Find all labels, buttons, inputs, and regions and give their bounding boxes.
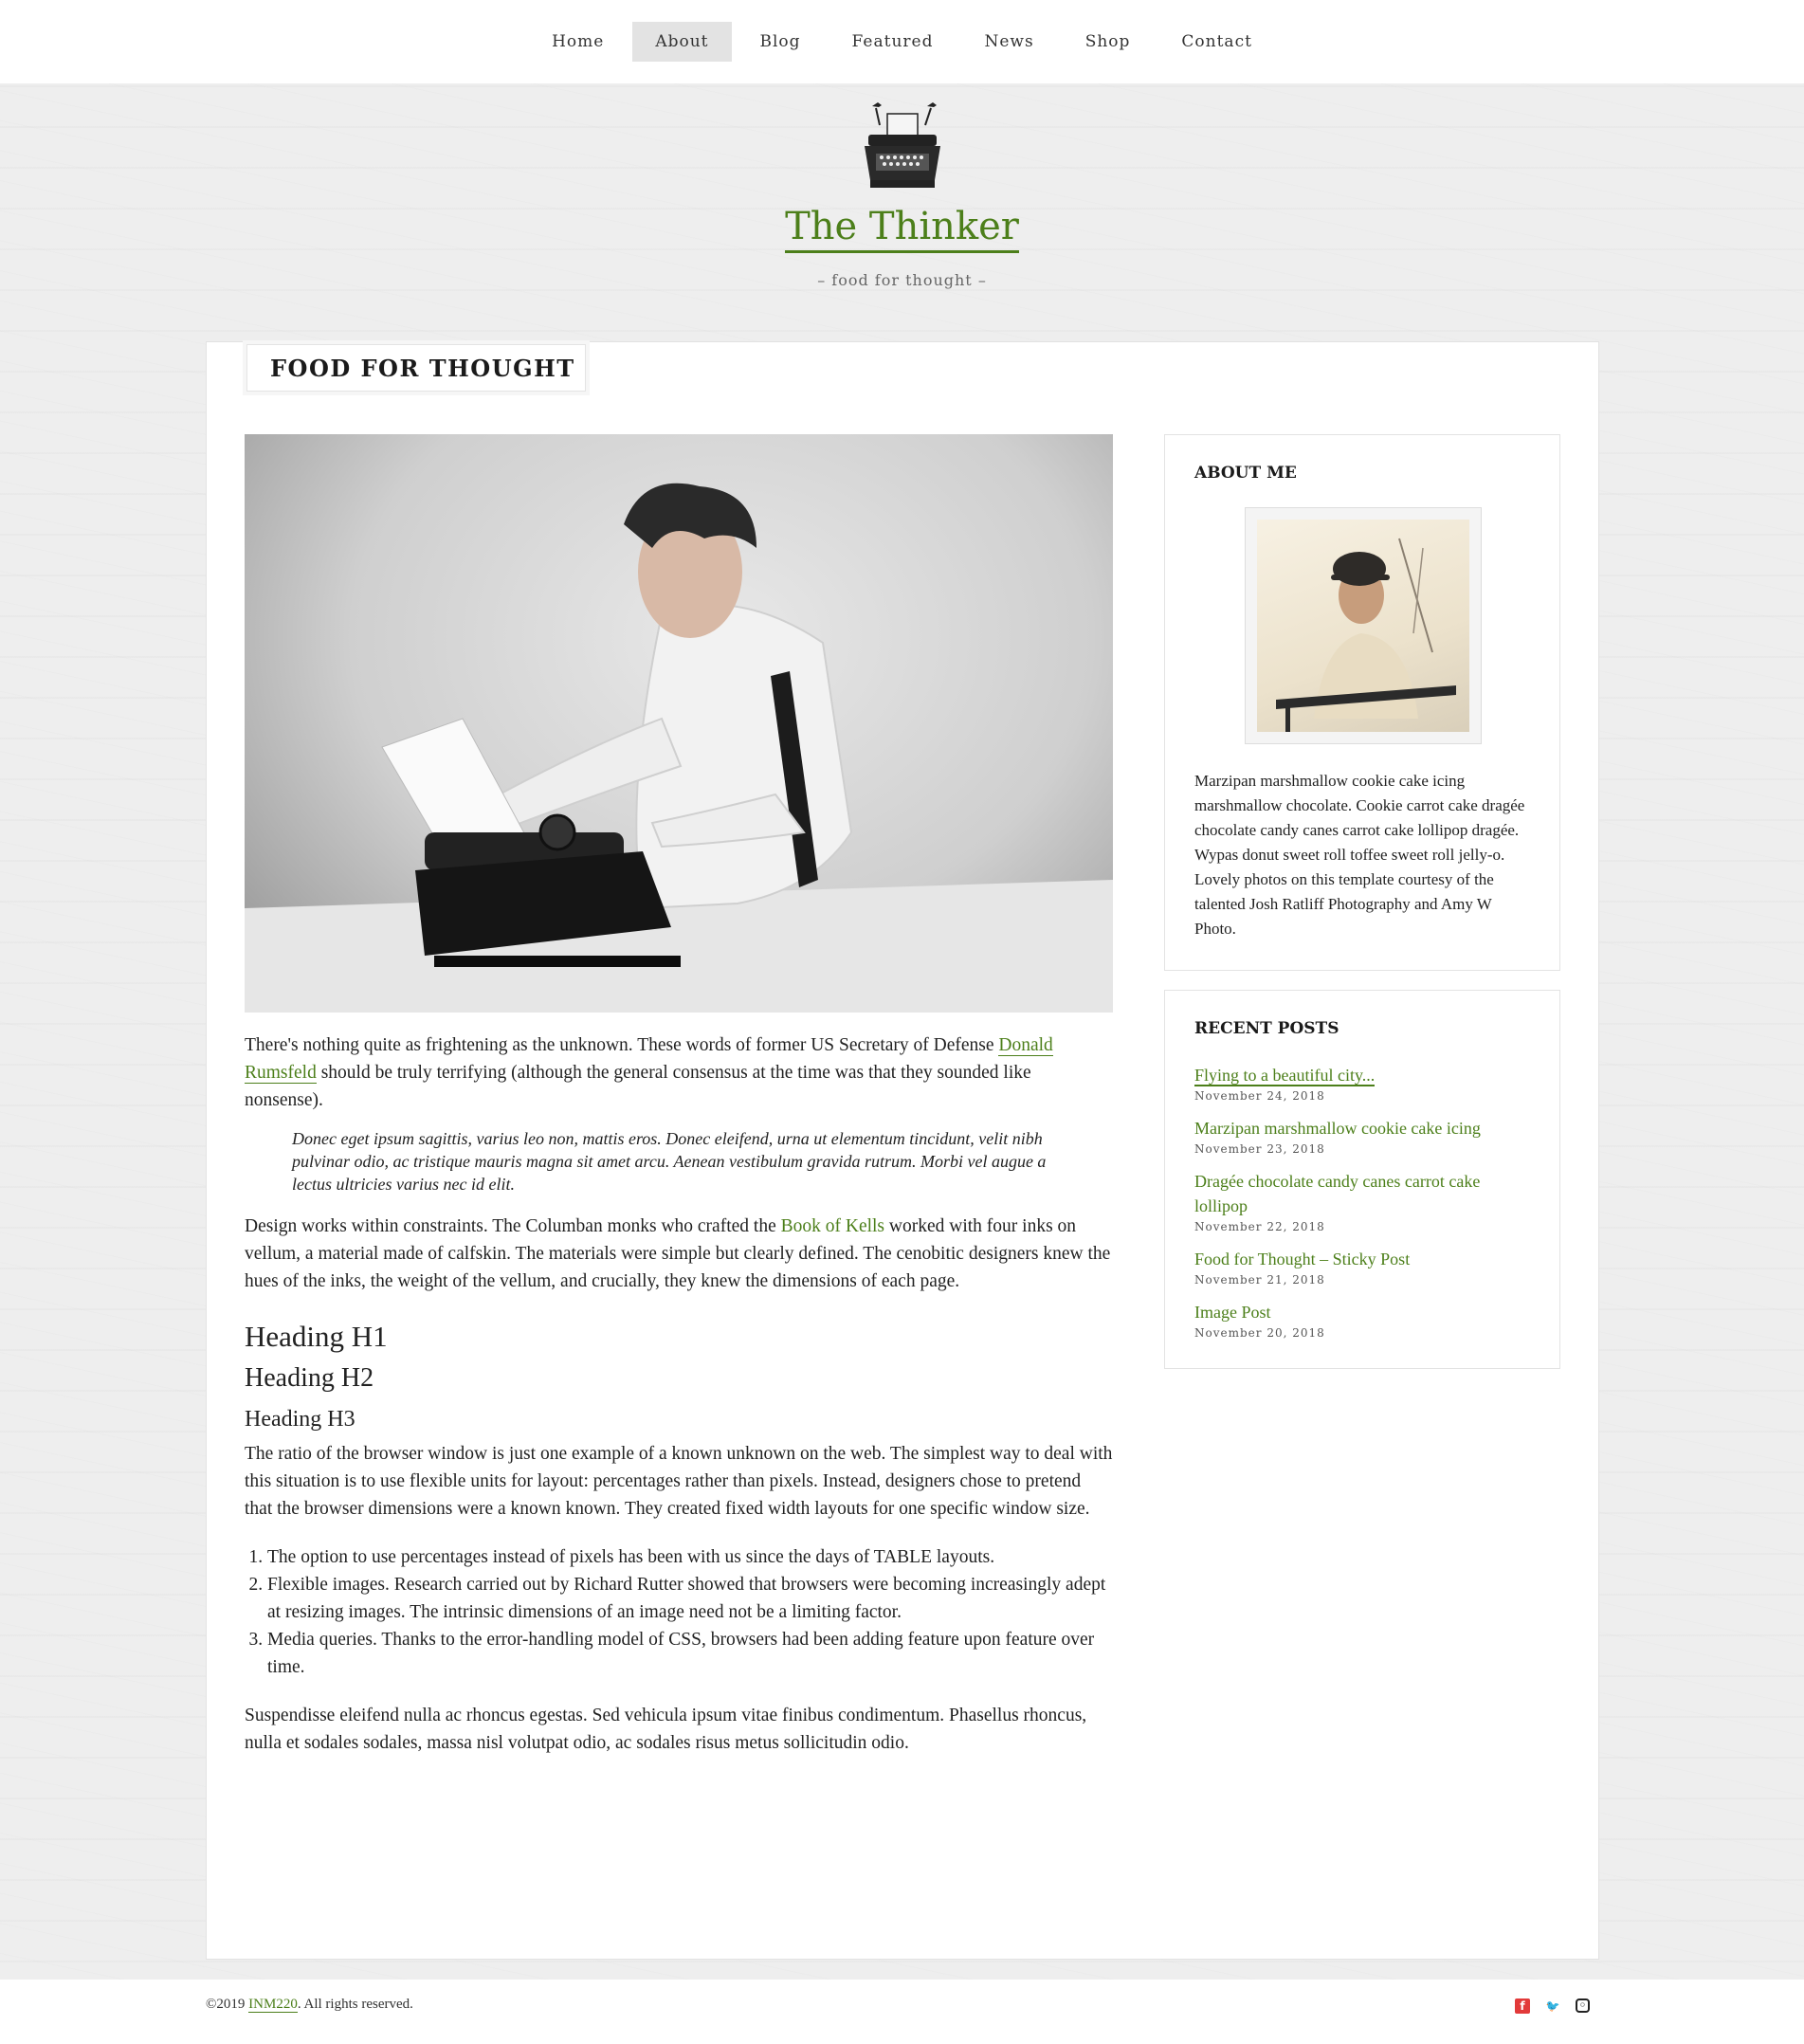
book-of-kells-link[interactable]: Book of Kells bbox=[781, 1216, 884, 1236]
intro-text-after: should be truly terrifying (although the… bbox=[245, 1063, 1031, 1110]
closing-paragraph: Suspendisse eleifend nulla ac rhoncus eg… bbox=[245, 1706, 1087, 1753]
man-at-typewriter-illustration bbox=[245, 483, 1113, 1013]
hero-image bbox=[245, 434, 1113, 1013]
recent-post-date: November 24, 2018 bbox=[1194, 1089, 1325, 1103]
man-with-hat-illustration bbox=[1275, 538, 1456, 732]
about-me-title: ABOUT ME bbox=[1194, 464, 1297, 483]
heading-h1: Heading H1 bbox=[245, 1320, 388, 1353]
site-footer: ©2019 INM220. All rights reserved. f 🐦 ◦ bbox=[0, 1980, 1804, 2044]
list-item: Marzipan marshmallow cookie cake icing N… bbox=[1194, 1116, 1531, 1156]
recent-post-date: November 23, 2018 bbox=[1194, 1142, 1325, 1156]
site-header: The Thinker – food for thought – bbox=[0, 83, 1804, 341]
site-title-text[interactable]: The Thinker bbox=[785, 205, 1019, 253]
facebook-icon[interactable]: f bbox=[1515, 1998, 1530, 2014]
recent-post-link[interactable]: Dragée chocolate candy canes carrot cake… bbox=[1194, 1169, 1531, 1218]
heading-h3: Heading H3 bbox=[245, 1407, 355, 1432]
list-item: Dragée chocolate candy canes carrot cake… bbox=[1194, 1169, 1531, 1233]
main-navigation: Home About Blog Featured News Shop Conta… bbox=[0, 0, 1804, 83]
design-text-before: Design works within constraints. The Col… bbox=[245, 1216, 781, 1236]
browser-ratio-paragraph: The ratio of the browser window is just … bbox=[245, 1444, 1113, 1519]
intro-text-before: There's nothing quite as frightening as … bbox=[245, 1035, 999, 1055]
twitter-icon[interactable]: 🐦 bbox=[1545, 1998, 1560, 2014]
recent-post-link[interactable]: Food for Thought – Sticky Post bbox=[1194, 1247, 1531, 1271]
intro-paragraph: There's nothing quite as frightening as … bbox=[245, 1031, 1113, 1114]
nav-item-home[interactable]: Home bbox=[529, 22, 627, 62]
ordered-list: The option to use percentages instead of… bbox=[267, 1543, 1113, 1681]
recent-post-title[interactable]: Flying to a beautiful city... bbox=[1194, 1066, 1376, 1086]
blockquote: Donec eget ipsum sagittis, varius leo no… bbox=[292, 1129, 1047, 1194]
inm220-link[interactable]: INM220 bbox=[248, 1997, 298, 2013]
nav-item-about[interactable]: About bbox=[632, 22, 732, 62]
copyright: ©2019 INM220. All rights reserved. bbox=[206, 1997, 413, 2013]
recent-post-link[interactable]: Flying to a beautiful city... bbox=[1194, 1063, 1531, 1087]
nav-item-contact[interactable]: Contact bbox=[1158, 22, 1275, 62]
list-item: Flying to a beautiful city... November 2… bbox=[1194, 1063, 1531, 1103]
recent-post-link[interactable]: Marzipan marshmallow cookie cake icing bbox=[1194, 1116, 1531, 1141]
list-item: The option to use percentages instead of… bbox=[267, 1543, 1113, 1571]
list-item: Media queries. Thanks to the error-handl… bbox=[267, 1626, 1113, 1681]
list-item: Food for Thought – Sticky Post November … bbox=[1194, 1247, 1531, 1287]
design-paragraph: Design works within constraints. The Col… bbox=[245, 1213, 1113, 1295]
recent-posts-list: Flying to a beautiful city... November 2… bbox=[1194, 1063, 1531, 1340]
heading-h2: Heading H2 bbox=[245, 1363, 374, 1393]
copyright-prefix: ©2019 bbox=[206, 1997, 249, 2012]
recent-post-date: November 22, 2018 bbox=[1194, 1220, 1325, 1233]
site-title[interactable]: The Thinker bbox=[0, 205, 1804, 253]
nav-item-blog[interactable]: Blog bbox=[738, 22, 824, 62]
nav-item-shop[interactable]: Shop bbox=[1063, 22, 1154, 62]
list-item: Flexible images. Research carried out by… bbox=[267, 1571, 1113, 1626]
article: There's nothing quite as frightening as … bbox=[245, 434, 1113, 1757]
sidebar: ABOUT ME Marzipan marshmallow cookie cak… bbox=[1164, 434, 1560, 1369]
social-links: f 🐦 ◦ bbox=[1515, 1998, 1590, 2014]
typewriter-logo-icon[interactable] bbox=[859, 97, 946, 195]
nav-list: Home About Blog Featured News Shop Conta… bbox=[529, 22, 1275, 62]
page-title: FOOD FOR THOUGHT bbox=[270, 354, 575, 382]
page-heading-box: FOOD FOR THOUGHT bbox=[246, 344, 586, 392]
nav-item-news[interactable]: News bbox=[961, 22, 1056, 62]
recent-posts-title: RECENT POSTS bbox=[1194, 1019, 1339, 1038]
site-tagline: – food for thought – bbox=[817, 271, 987, 289]
recent-post-date: November 21, 2018 bbox=[1194, 1273, 1325, 1287]
about-me-widget: ABOUT ME Marzipan marshmallow cookie cak… bbox=[1164, 434, 1560, 971]
copyright-suffix: . All rights reserved. bbox=[297, 1997, 413, 2012]
recent-posts-widget: RECENT POSTS Flying to a beautiful city.… bbox=[1164, 990, 1560, 1369]
recent-post-date: November 20, 2018 bbox=[1194, 1326, 1325, 1340]
list-item: Image Post November 20, 2018 bbox=[1194, 1300, 1531, 1340]
about-me-text: Marzipan marshmallow cookie cake icing m… bbox=[1194, 772, 1525, 938]
instagram-icon[interactable]: ◦ bbox=[1576, 1998, 1590, 2013]
avatar-frame bbox=[1244, 507, 1482, 744]
nav-item-featured[interactable]: Featured bbox=[829, 22, 957, 62]
avatar bbox=[1256, 520, 1469, 732]
recent-post-link[interactable]: Image Post bbox=[1194, 1300, 1531, 1324]
content-card: FOOD FOR THOUGHT There's nothing quite a… bbox=[206, 341, 1599, 1960]
